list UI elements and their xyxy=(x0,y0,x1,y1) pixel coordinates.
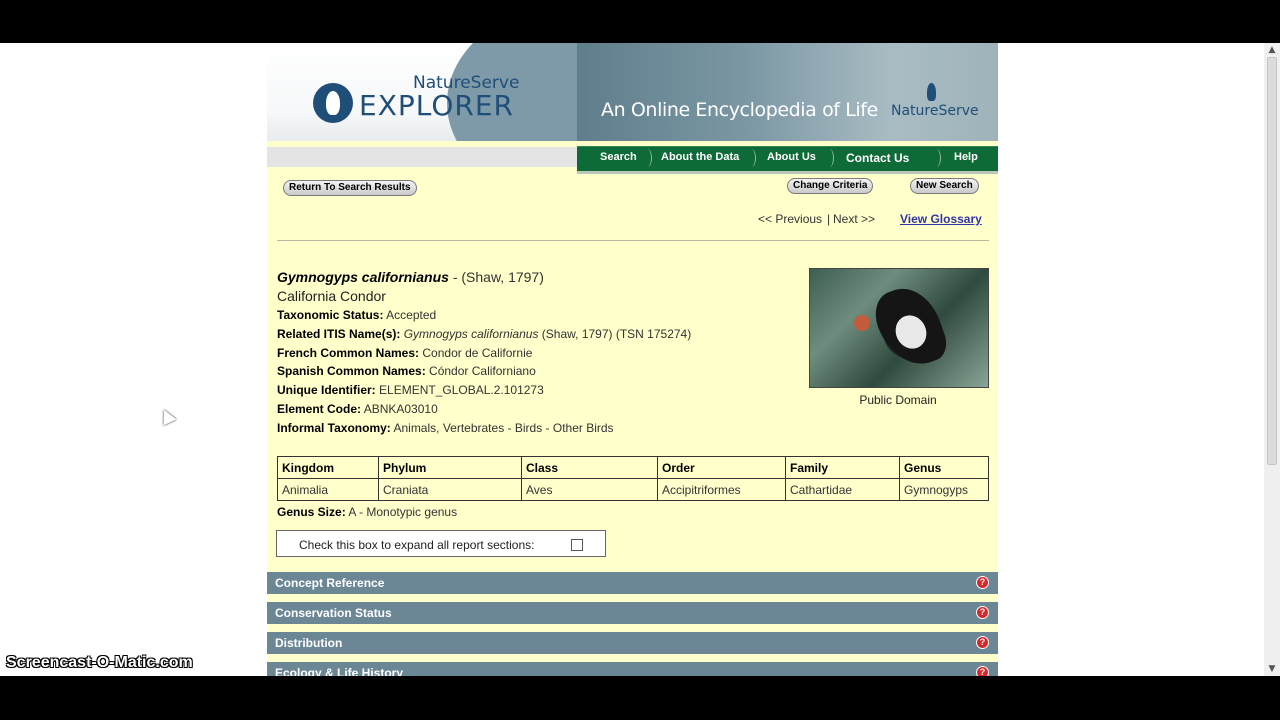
table-header-cell: Phylum xyxy=(378,456,522,479)
header-strip xyxy=(267,147,577,167)
scientific-name: Gymnogyps californianus xyxy=(277,269,449,285)
scientific-name-line: Gymnogyps californianus - (Shaw, 1797) xyxy=(277,269,544,285)
header-banner: An Online Encyclopedia of Life NatureSer… xyxy=(577,43,998,141)
table-cell: Accipitriformes xyxy=(657,478,786,501)
informal-taxonomy-row: Informal Taxonomy: Animals, Vertebrates … xyxy=(277,421,614,435)
site-header: NatureServe EXPLORER An Online Encyclope… xyxy=(267,43,998,141)
genus-size-row: Genus Size: A - Monotypic genus xyxy=(277,505,458,519)
new-search-button[interactable]: New Search xyxy=(910,178,979,194)
nav-about-data[interactable]: About the Data xyxy=(661,147,739,171)
unique-identifier-row: Unique Identifier: ELEMENT_GLOBAL.2.1012… xyxy=(277,383,544,397)
taxonomy-table: Kingdom Phylum Class Order Family Genus … xyxy=(277,456,989,501)
expand-all-label: Check this box to expand all report sect… xyxy=(299,538,535,552)
spanish-names-row: Spanish Common Names: Cóndor Californian… xyxy=(277,364,536,378)
scroll-down-icon[interactable]: ▼ xyxy=(1264,662,1280,676)
help-icon[interactable]: ? xyxy=(976,666,989,676)
nav-separator xyxy=(747,149,756,167)
help-icon[interactable]: ? xyxy=(976,576,989,589)
expand-all-checkbox[interactable] xyxy=(571,539,583,551)
divider xyxy=(277,240,989,241)
nav-about-us[interactable]: About Us xyxy=(767,147,816,171)
natureserve-bird-icon xyxy=(927,83,936,101)
nav-search[interactable]: Search xyxy=(600,147,637,171)
nav-separator xyxy=(932,149,941,167)
org-logo[interactable]: NatureServe xyxy=(891,103,979,119)
section-ecology-life-history[interactable]: Ecology & Life History ? xyxy=(267,662,998,676)
logo-area[interactable]: NatureServe EXPLORER xyxy=(267,43,577,141)
table-cell: Cathartidae xyxy=(785,478,900,501)
section-label: Concept Reference xyxy=(275,576,385,590)
scroll-thumb[interactable] xyxy=(1267,57,1277,465)
element-code-row: Element Code: ABNKA03010 xyxy=(277,402,438,416)
table-header-cell: Class xyxy=(521,456,658,479)
nav-contact-us[interactable]: Contact Us xyxy=(846,148,909,172)
table-header-cell: Kingdom xyxy=(277,456,379,479)
previous-link[interactable]: << Previous xyxy=(758,212,822,226)
table-header-cell: Family xyxy=(785,456,900,479)
natureserve-logo-icon xyxy=(313,83,353,123)
taxonomic-status-row: Taxonomic Status: Accepted xyxy=(277,308,437,322)
return-to-results-button[interactable]: Return To Search Results xyxy=(283,180,417,196)
view-glossary-link[interactable]: View Glossary xyxy=(900,212,982,226)
mouse-cursor-icon xyxy=(157,406,177,426)
section-conservation-status[interactable]: Conservation Status ? xyxy=(267,602,998,624)
itis-names-row: Related ITIS Name(s): Gymnogyps californ… xyxy=(277,327,692,341)
tagline: An Online Encyclopedia of Life xyxy=(601,99,878,121)
section-label: Distribution xyxy=(275,636,343,650)
help-icon[interactable]: ? xyxy=(976,606,989,619)
section-label: Conservation Status xyxy=(275,606,392,620)
section-label: Ecology & Life History xyxy=(275,666,404,676)
photo-caption: Public Domain xyxy=(859,393,937,407)
page-content: NatureServe EXPLORER An Online Encyclope… xyxy=(267,43,998,676)
nav-separator xyxy=(825,149,834,167)
section-distribution[interactable]: Distribution ? xyxy=(267,632,998,654)
table-header-cell: Genus xyxy=(899,456,989,479)
condor-photo[interactable] xyxy=(809,268,989,388)
help-icon[interactable]: ? xyxy=(976,636,989,649)
main-nav: Search About the Data About Us Contact U… xyxy=(577,146,998,174)
change-criteria-button[interactable]: Change Criteria xyxy=(787,178,874,194)
pager-divider: | xyxy=(827,212,831,226)
table-cell: Gymnogyps xyxy=(899,478,989,501)
recording-watermark: Screencast-O-Matic.com xyxy=(6,654,193,671)
brand-big: EXPLORER xyxy=(359,89,514,122)
section-concept-reference[interactable]: Concept Reference ? xyxy=(267,572,998,594)
table-header-cell: Order xyxy=(657,456,786,479)
french-names-row: French Common Names: Condor de Californi… xyxy=(277,346,533,360)
authority: - (Shaw, 1797) xyxy=(452,269,544,285)
scroll-up-icon[interactable]: ▲ xyxy=(1264,43,1280,57)
table-cell: Craniata xyxy=(378,478,522,501)
table-cell: Aves xyxy=(521,478,658,501)
table-row: Animalia Craniata Aves Accipitriformes C… xyxy=(277,478,989,501)
next-link[interactable]: Next >> xyxy=(833,212,875,226)
common-name: California Condor xyxy=(277,288,386,304)
nav-help[interactable]: Help xyxy=(954,147,978,171)
nav-separator xyxy=(643,149,652,167)
table-cell: Animalia xyxy=(277,478,379,501)
expand-all-box: Check this box to expand all report sect… xyxy=(276,530,606,557)
browser-viewport: NatureServe EXPLORER An Online Encyclope… xyxy=(0,43,1264,676)
table-header-row: Kingdom Phylum Class Order Family Genus xyxy=(277,456,989,479)
vertical-scrollbar[interactable]: ▲ ▼ xyxy=(1264,43,1280,676)
